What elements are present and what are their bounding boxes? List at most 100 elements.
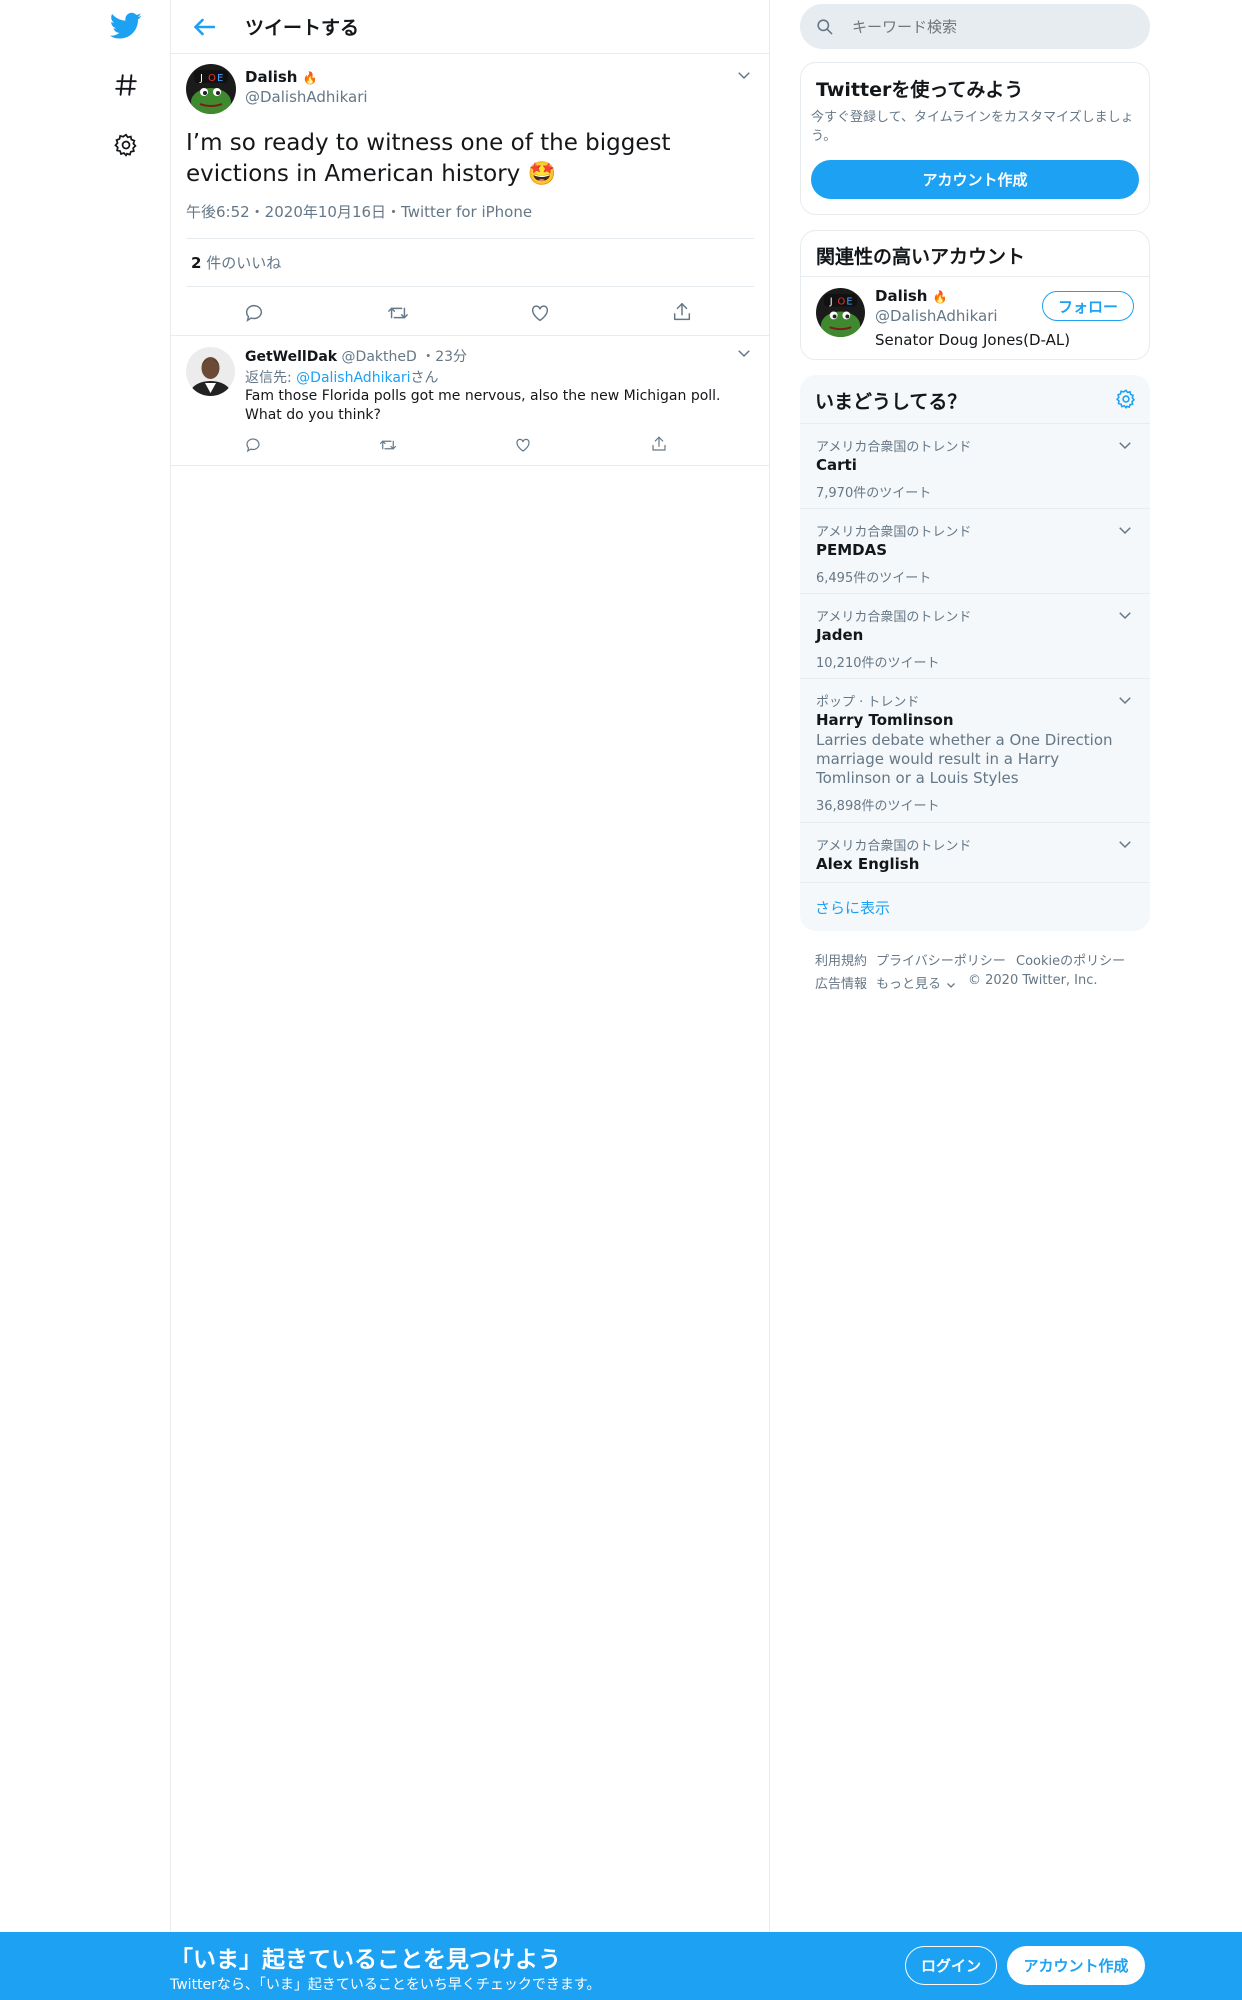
reply-menu-chevron-icon[interactable] (735, 344, 753, 362)
trend-name: Jaden (816, 626, 864, 644)
author-avatar[interactable]: JOE (186, 64, 236, 114)
divider (801, 276, 1149, 277)
reply-text: Fam those Florida polls got me nervous, … (245, 388, 721, 423)
trend-item[interactable]: アメリカ合衆国のトレンド Jaden 10,210件のツイート (800, 593, 1150, 678)
trend-name: PEMDAS (816, 541, 888, 559)
svg-text:E: E (217, 73, 223, 84)
reply-author-handle[interactable]: @DaktheD (342, 349, 417, 365)
tweet-menu-chevron-icon[interactable] (735, 66, 753, 84)
star-struck-emoji-icon: 🤩 (527, 161, 557, 187)
ads-info-link[interactable]: 広告情報 (815, 973, 867, 992)
login-button[interactable]: ログイン (905, 1946, 997, 1985)
trend-context: アメリカ合衆国のトレンド (816, 440, 972, 455)
svg-text:J: J (199, 73, 203, 84)
privacy-link[interactable]: プライバシーポリシー (876, 950, 1006, 969)
divider (186, 286, 754, 287)
bottom-bar-subtitle: Twitterなら、「いま」起きていることをいち早くチェックできます。 (170, 1977, 601, 1993)
related-avatar[interactable]: JOE (816, 288, 865, 337)
page-header: ツイートする (171, 0, 769, 54)
tweet-timestamp[interactable]: 午後6:52・2020年10月16日・Twitter for iPhone (186, 201, 532, 222)
search-icon (815, 17, 834, 36)
terms-link[interactable]: 利用規約 (815, 950, 867, 969)
reply-tweet[interactable]: GetWellDak @DaktheD ・23分 返信先: @DalishAdh… (171, 336, 769, 466)
trend-chevron-down-icon[interactable] (1116, 835, 1134, 853)
create-account-button[interactable]: アカウント作成 (811, 160, 1139, 199)
page-title: ツイートする (245, 17, 360, 39)
show-more-link[interactable]: さらに表示 (815, 897, 890, 918)
explore-hashtag-icon[interactable] (104, 63, 148, 107)
bottom-create-account-button[interactable]: アカウント作成 (1007, 1946, 1145, 1985)
trend-name: Alex English (816, 855, 920, 873)
search-input[interactable] (850, 14, 1130, 40)
main-tweet: JOE Dalish 🔥 @DalishAdhikari I’m so read… (171, 54, 769, 336)
trend-item[interactable]: アメリカ合衆国のトレンド PEMDAS 6,495件のツイート (800, 508, 1150, 593)
signup-card: Twitterを使ってみよう 今すぐ登録して、タイムラインをカスタマイズしましょ… (800, 62, 1150, 215)
reply-reply-icon[interactable] (244, 436, 262, 454)
trend-context: アメリカ合衆国のトレンド (816, 525, 972, 540)
follow-button[interactable]: フォロー (1042, 291, 1134, 321)
likes-stat[interactable]: 2 件のいいね (191, 252, 281, 273)
signup-title: Twitterを使ってみよう (816, 79, 1024, 101)
tweet-text: I’m so ready to witness one of the bigge… (186, 128, 756, 190)
trends-card: いまどうしてる？ アメリカ合衆国のトレンド Carti 7,970件のツイート … (800, 375, 1150, 931)
bottom-bar-title: 「いま」起きていることを見つけよう (170, 1947, 561, 1973)
twitter-logo-icon[interactable] (104, 4, 148, 48)
author-name-text: Dalish (245, 68, 298, 86)
author-name[interactable]: Dalish 🔥 (245, 68, 318, 86)
trend-chevron-down-icon[interactable] (1116, 606, 1134, 624)
trend-chevron-down-icon[interactable] (1116, 691, 1134, 709)
svg-text:E: E (846, 297, 852, 308)
trend-count: 7,970件のツイート (816, 486, 932, 501)
chevron-down-icon (945, 979, 957, 991)
trend-chevron-down-icon[interactable] (1116, 436, 1134, 454)
reply-to-prefix: 返信先: (245, 370, 297, 386)
reply-author-name[interactable]: GetWellDak (245, 349, 337, 365)
settings-gear-icon[interactable] (104, 123, 148, 167)
likes-label: 件のいいね (206, 254, 282, 272)
trend-name: Harry Tomlinson (816, 711, 954, 729)
divider (800, 882, 1150, 883)
search-box[interactable] (800, 4, 1150, 49)
back-arrow-icon[interactable] (187, 10, 221, 44)
reply-like-heart-icon[interactable] (514, 436, 532, 454)
reply-share-icon[interactable] (650, 435, 668, 453)
more-link[interactable]: もっと見る (876, 973, 957, 992)
svg-text:O: O (208, 73, 216, 84)
reply-retweet-icon[interactable] (378, 436, 398, 454)
trends-settings-gear-icon[interactable] (1115, 388, 1137, 410)
trend-item[interactable]: アメリカ合衆国のトレンド Alex English (800, 822, 1150, 882)
related-name-text: Dalish (875, 287, 928, 305)
related-name[interactable]: Dalish 🔥 (875, 287, 948, 305)
divider (186, 238, 754, 239)
copyright: © 2020 Twitter, Inc. (968, 973, 1098, 988)
related-bio: Senator Doug Jones(D-AL) (875, 331, 1071, 349)
reply-header: GetWellDak @DaktheD ・23分 (245, 346, 467, 366)
share-icon[interactable] (671, 301, 693, 323)
left-nav (0, 0, 170, 2000)
reply-to-handle[interactable]: @DalishAdhikari (296, 370, 410, 386)
retweet-icon[interactable] (386, 302, 410, 324)
signup-desc: 今すぐ登録して、タイムラインをカスタマイズしましょう。 (811, 110, 1134, 144)
reply-to-suffix: さん (410, 370, 439, 386)
fire-badge-icon: 🔥 (302, 71, 318, 85)
more-link-label: もっと見る (876, 977, 942, 992)
trend-description: Larries debate whether a One Direction m… (816, 731, 1113, 787)
reply-time[interactable]: ・23分 (421, 349, 467, 365)
related-title: 関連性の高いアカウント (816, 246, 1026, 268)
trend-item[interactable]: アメリカ合衆国のトレンド Carti 7,970件のツイート (800, 423, 1150, 508)
cookie-link[interactable]: Cookieのポリシー (1016, 950, 1125, 969)
trend-chevron-down-icon[interactable] (1116, 521, 1134, 539)
svg-text:O: O (838, 297, 846, 308)
likes-count: 2 (191, 254, 202, 272)
reply-author-avatar[interactable] (186, 347, 235, 396)
trend-count: 10,210件のツイート (816, 656, 940, 671)
reply-icon[interactable] (243, 302, 265, 324)
tweet-text-body: I’m so ready to witness one of the bigge… (186, 130, 671, 187)
like-heart-icon[interactable] (529, 302, 551, 324)
related-accounts-card: 関連性の高いアカウント JOE Dalish 🔥 @DalishAdhikari… (800, 230, 1150, 360)
fire-badge-icon: 🔥 (932, 290, 948, 304)
svg-text:J: J (829, 297, 833, 308)
related-handle[interactable]: @DalishAdhikari (875, 307, 998, 325)
trend-item[interactable]: ポップ · トレンド Harry Tomlinson Larries debat… (800, 678, 1150, 822)
author-handle[interactable]: @DalishAdhikari (245, 88, 368, 106)
